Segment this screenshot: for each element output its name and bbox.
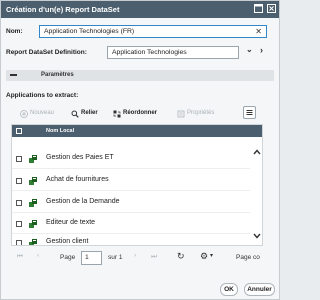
nom-label: Nom: bbox=[6, 28, 23, 35]
applications-grid: Nom Local Gestion des Paies ET Achat de … bbox=[11, 124, 263, 246]
application-name: Achat de fournitures bbox=[46, 176, 109, 183]
grid-header: Nom Local bbox=[12, 125, 262, 137]
page-size-label: Page co bbox=[236, 254, 260, 261]
nouveau-label: Nouveau bbox=[30, 110, 55, 116]
prev-page-icon[interactable]: ‹ bbox=[37, 252, 39, 259]
chevron-down-icon[interactable]: ⌄ bbox=[246, 45, 253, 54]
page-number-value: 1 bbox=[85, 254, 89, 261]
chevron-right-icon[interactable]: › bbox=[260, 45, 263, 55]
table-row[interactable]: Achat de fournitures bbox=[12, 171, 250, 191]
dialog-title: Création d'un(e) Report DataSet bbox=[6, 5, 120, 14]
nom-input-value: Application Technologies (FR) bbox=[44, 28, 135, 35]
column-header-nom-local[interactable]: Nom Local bbox=[46, 128, 74, 134]
scroll-down-icon[interactable] bbox=[253, 231, 261, 241]
clear-icon[interactable]: ✕ bbox=[255, 26, 262, 37]
row-checkbox[interactable] bbox=[16, 200, 22, 206]
application-icon bbox=[28, 219, 38, 229]
table-row[interactable]: Gestion des Paies ET bbox=[12, 149, 250, 169]
reordonner-label: Réordonner bbox=[123, 110, 158, 116]
scroll-up-icon[interactable] bbox=[253, 147, 261, 157]
refresh-icon[interactable]: ↻ bbox=[177, 251, 185, 262]
page-label: Page bbox=[60, 254, 76, 261]
title-bar: Création d'un(e) Report DataSet bbox=[1, 1, 279, 18]
row-checkbox[interactable] bbox=[16, 240, 22, 245]
dialog: Création d'un(e) Report DataSet Nom: App… bbox=[0, 0, 280, 300]
application-name: Editeur de texte bbox=[46, 219, 96, 226]
add-icon bbox=[20, 109, 28, 118]
relier-label: Relier bbox=[81, 110, 98, 116]
application-name: Gestion de la Demande bbox=[46, 198, 120, 205]
select-all-checkbox[interactable] bbox=[16, 128, 22, 134]
parametres-section-header[interactable]: Paramètres bbox=[6, 70, 274, 81]
cancel-button[interactable]: Annuler bbox=[244, 283, 275, 296]
first-page-icon[interactable]: ⏮ bbox=[17, 253, 23, 261]
column-menu-button[interactable] bbox=[243, 106, 256, 119]
reordonner-button[interactable]: Réordonner bbox=[113, 108, 157, 119]
menu-icon bbox=[246, 110, 253, 115]
row-checkbox[interactable] bbox=[16, 178, 22, 184]
gear-dropdown-icon[interactable]: ▾ bbox=[210, 252, 213, 259]
reorder-icon bbox=[113, 110, 121, 118]
nouveau-button[interactable]: Nouveau bbox=[20, 108, 54, 119]
application-icon bbox=[28, 198, 38, 208]
last-page-icon[interactable]: ⏭ bbox=[151, 253, 157, 261]
definition-select[interactable]: Application Technologies bbox=[107, 46, 239, 59]
proprietes-button[interactable]: Propriétés bbox=[177, 108, 214, 119]
close-icon[interactable] bbox=[266, 4, 277, 15]
row-checkbox[interactable] bbox=[16, 221, 22, 227]
restore-icon[interactable] bbox=[253, 4, 264, 15]
application-icon bbox=[28, 176, 38, 186]
applications-label: Applications to extract: bbox=[6, 92, 79, 99]
definition-select-value: Application Technologies bbox=[112, 49, 187, 56]
table-row[interactable]: Gestion de la Demande bbox=[12, 193, 250, 213]
grid-scrollbar[interactable] bbox=[251, 137, 262, 245]
gear-icon[interactable]: ⚙ bbox=[200, 251, 208, 262]
collapse-icon[interactable] bbox=[10, 74, 17, 76]
relier-button[interactable]: Relier bbox=[71, 108, 98, 119]
page-count-label: sur 1 bbox=[108, 254, 123, 261]
next-page-icon[interactable]: › bbox=[134, 252, 136, 259]
properties-icon bbox=[177, 110, 185, 118]
pager: ⏮ ‹ Page 1 sur 1 › ⏭ ↻ ⚙ ▾ Page co bbox=[11, 249, 276, 267]
application-name: Gestion client bbox=[46, 238, 89, 245]
row-checkbox[interactable] bbox=[16, 156, 22, 162]
table-row[interactable]: Gestion client bbox=[12, 233, 250, 245]
application-icon bbox=[28, 154, 38, 164]
link-icon bbox=[71, 110, 79, 118]
application-icon bbox=[28, 238, 38, 245]
table-row[interactable]: Editeur de texte bbox=[12, 214, 250, 234]
application-name: Gestion des Paies ET bbox=[46, 154, 114, 161]
proprietes-label: Propriétés bbox=[187, 110, 215, 116]
section-title: Paramètres bbox=[41, 72, 74, 78]
definition-label: Report DataSet Definition: bbox=[6, 49, 87, 56]
page-number-input[interactable]: 1 bbox=[81, 251, 102, 265]
ok-button[interactable]: OK bbox=[220, 283, 238, 296]
nom-input[interactable]: Application Technologies (FR) ✕ bbox=[39, 25, 267, 38]
